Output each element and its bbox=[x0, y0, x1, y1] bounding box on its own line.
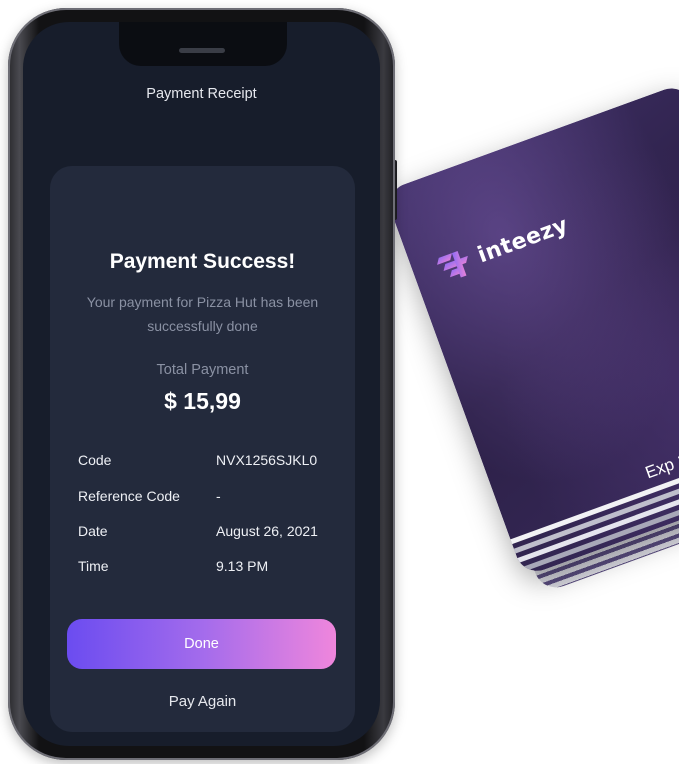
card-face: inteezy Exp 12/26 bbox=[383, 82, 679, 577]
detail-row-date: Date August 26, 2021 bbox=[78, 523, 338, 545]
detail-value: August 26, 2021 bbox=[216, 523, 318, 539]
inteezy-logo-icon bbox=[437, 251, 468, 278]
page-title: Payment Receipt bbox=[146, 86, 257, 102]
detail-row-code: Code NVX1256SJKL0 bbox=[78, 452, 338, 474]
detail-row-time: Time 9.13 PM bbox=[78, 558, 338, 580]
detail-value: NVX1256SJKL0 bbox=[216, 452, 318, 468]
card-stripe bbox=[510, 429, 679, 545]
detail-label: Code bbox=[78, 452, 112, 468]
success-message: Your payment for Pizza Hut has been succ… bbox=[86, 294, 319, 334]
detail-value: - bbox=[216, 488, 221, 504]
phone-frame: Payment Receipt Payment Success! Your pa… bbox=[8, 8, 395, 760]
pay-again-link[interactable]: Pay Again bbox=[50, 693, 355, 710]
phone-screen: Payment Receipt Payment Success! Your pa… bbox=[23, 22, 380, 746]
done-button[interactable]: Done bbox=[67, 619, 336, 669]
card-expiry: Exp 12/26 bbox=[642, 438, 679, 483]
detail-label: Date bbox=[78, 523, 108, 539]
detail-label: Reference Code bbox=[78, 488, 180, 504]
card-brand-logo: inteezy bbox=[433, 207, 573, 287]
detail-value: 9.13 PM bbox=[216, 558, 269, 574]
phone-notch bbox=[119, 22, 287, 66]
card-brand-name: inteezy bbox=[474, 212, 572, 268]
detail-label: Time bbox=[78, 558, 109, 574]
success-heading: Payment Success! bbox=[109, 250, 296, 273]
total-payment-label: Total Payment bbox=[156, 362, 249, 378]
total-payment-amount: $ 15,99 bbox=[164, 388, 241, 414]
detail-row-reference-code: Reference Code - bbox=[78, 488, 338, 510]
speaker-icon bbox=[179, 48, 225, 53]
receipt-panel: Payment Success! Your payment for Pizza … bbox=[50, 166, 355, 732]
